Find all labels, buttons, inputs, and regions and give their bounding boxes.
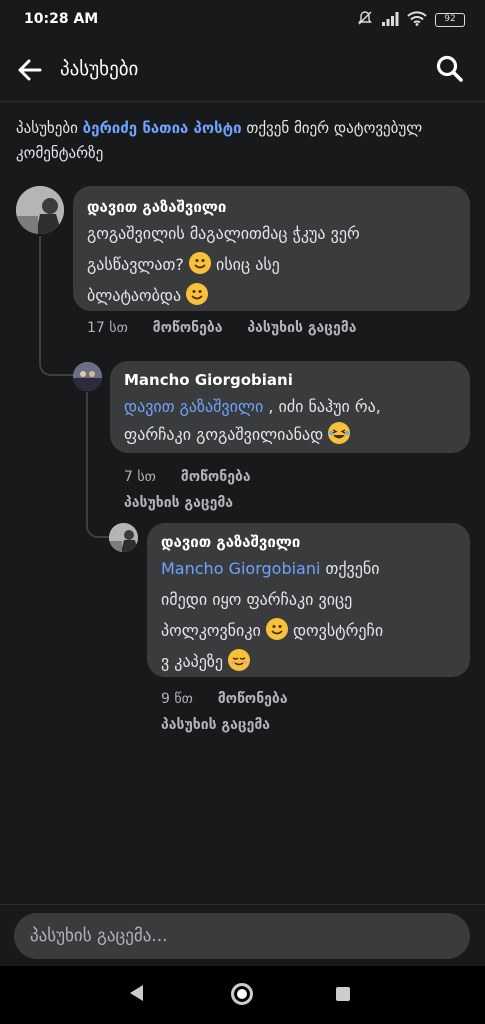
system-nav-bar (0, 966, 485, 1024)
notification-intro: პასუხები ბერიძე ნათია პოსტი თქვენ მიერ დ… (16, 116, 466, 166)
nav-back-icon[interactable] (130, 985, 143, 1001)
comment-line: იმედი იყო ფარჩაკი ვიცე (161, 590, 353, 609)
comment-line: გასწავლათ? ისიც ასე (87, 249, 456, 280)
comment-time: 17 სთ (87, 320, 128, 336)
comment-text: დავით გაზაშვილი , იძი ნაჰუი რა, ფარჩაკი … (124, 393, 456, 449)
avatar[interactable] (73, 362, 102, 391)
comment-author[interactable]: დავით გაზაშვილი (161, 533, 456, 551)
avatar[interactable] (16, 186, 64, 234)
header: პასუხები (0, 40, 485, 102)
comment-author[interactable]: დავით გაზაშვილი (87, 198, 456, 216)
comment-actions: 9 წთ მოწონება პასუხის გაცემა (161, 686, 461, 738)
comment-bubble[interactable]: დავით გაზაშვილი გოგაშვილის მაგალითმაც ჭკ… (73, 186, 470, 311)
smile-emoji-icon (188, 252, 211, 274)
reply-composer (0, 904, 485, 966)
comment-line: ფარჩაკი გოგაშვილიანად (124, 421, 456, 449)
thread-line (86, 392, 110, 538)
reply-button[interactable]: პასუხის გაცემა (161, 712, 270, 738)
comment-line: Mancho Giorgobiani თქვენი (161, 559, 380, 578)
comment-line: პოლკოვნიკი დოვსტრეჩი (161, 615, 456, 646)
nav-recents-icon[interactable] (336, 987, 350, 1001)
nav-home-icon[interactable] (231, 983, 253, 1005)
status-bar: 10:28 AM 92 (0, 0, 485, 40)
mention-link[interactable]: Mancho Giorgobiani (161, 559, 320, 578)
comment-text: გოგაშვილის მაგალითმაც ჭკუა ვერ გასწავლათ… (87, 218, 456, 311)
mute-icon (357, 10, 373, 30)
comment-time: 9 წთ (161, 691, 193, 707)
comment-actions: 7 სთ მოწონება პასუხის გაცემა (124, 464, 464, 516)
smile-emoji-icon (265, 618, 288, 640)
post-link[interactable]: ბერიძე ნათია პოსტი (83, 119, 242, 137)
smile-emoji-icon (186, 283, 209, 305)
comment-text: Mancho Giorgobiani თქვენი იმედი იყო ფარჩ… (161, 553, 456, 677)
relieved-emoji-icon (228, 649, 251, 671)
like-button[interactable]: მოწონება (153, 320, 223, 336)
battery-icon: 92 (435, 13, 465, 27)
intro-prefix: პასუხები (16, 119, 83, 137)
status-time: 10:28 AM (24, 11, 99, 27)
reply-input[interactable] (14, 913, 470, 959)
laughing-emoji-icon (328, 422, 351, 444)
comment-bubble[interactable]: Mancho Giorgobiani დავით გაზაშვილი , იძი… (110, 361, 470, 453)
like-button[interactable]: მოწონება (181, 464, 251, 490)
comment-line: გოგაშვილის მაგალითმაც ჭკუა ვერ (87, 224, 360, 243)
comment-time: 7 სთ (124, 469, 156, 485)
like-button[interactable]: მოწონება (218, 686, 288, 712)
comment-author[interactable]: Mancho Giorgobiani (124, 371, 456, 389)
reply-button[interactable]: პასუხის გაცემა (247, 320, 356, 336)
reply-button[interactable]: პასუხის გაცემა (124, 490, 233, 516)
comment-bubble[interactable]: დავით გაზაშვილი Mancho Giorgobiani თქვენ… (147, 523, 470, 677)
status-icons: 92 (357, 10, 465, 30)
wifi-icon (407, 10, 427, 30)
search-icon[interactable] (435, 54, 465, 84)
back-arrow-icon[interactable] (14, 54, 46, 86)
comment-actions: 17 სთ მოწონება პასუხის გაცემა (87, 320, 356, 336)
comment-line: დავით გაზაშვილი , იძი ნაჰუი რა, (124, 397, 381, 416)
comment-line: ბლატაობდა (87, 280, 456, 311)
signal-icon (381, 11, 399, 30)
page-title: პასუხები (60, 58, 139, 80)
avatar[interactable] (109, 523, 138, 552)
comment-line: ვ კაპეზე (161, 646, 456, 677)
mention-link[interactable]: დავით გაზაშვილი (124, 397, 263, 416)
thread-line (39, 236, 73, 376)
